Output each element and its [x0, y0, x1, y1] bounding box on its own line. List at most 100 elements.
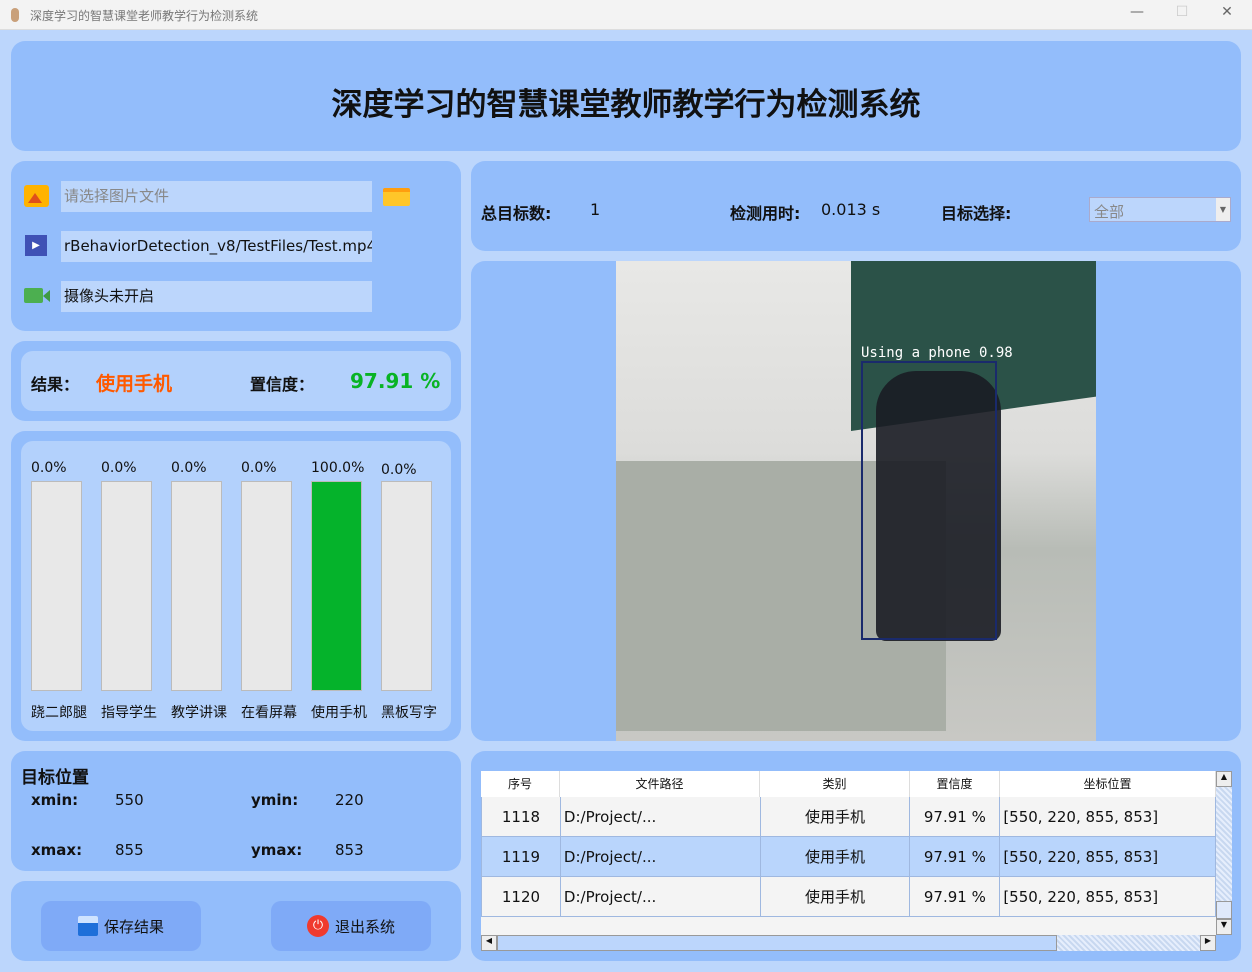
- bar-percent: 0.0%: [241, 460, 277, 476]
- table-header: 序号 文件路径 类别 置信度 坐标位置: [481, 771, 1216, 797]
- stats-panel: 总目标数: 1 检测用时: 0.013 s 目标选择: 全部 ▼: [471, 161, 1241, 251]
- target-position-panel: 目标位置 xmin: 550 ymin: 220 xmax: 855 ymax:…: [11, 751, 461, 871]
- actions-panel: 保存结果 ⏻ 退出系统: [11, 881, 461, 961]
- detect-time-label: 检测用时:: [730, 204, 801, 223]
- result-panel: 结果： 使用手机 置信度： 97.91 %: [11, 341, 461, 421]
- bar-fill: [312, 482, 361, 690]
- horizontal-scrollbar[interactable]: ◀ ▶: [481, 935, 1216, 951]
- image-icon[interactable]: [24, 185, 49, 207]
- ymin-value: 220: [335, 791, 364, 809]
- table-cell: 97.91 %: [909, 796, 1001, 837]
- camera-icon[interactable]: [24, 288, 43, 303]
- bar-percent: 0.0%: [171, 460, 207, 476]
- table-row[interactable]: 1119 D:/Project/... 使用手机 97.91 % [550, 220, …: [481, 836, 1216, 877]
- detection-image: Using a phone 0.98: [616, 261, 1096, 741]
- ymax-label: ymax:: [251, 841, 303, 859]
- table-cell: [550, 220, 855, 853]: [999, 876, 1216, 917]
- result-inner: 结果： 使用手机 置信度： 97.91 %: [21, 351, 451, 411]
- vertical-scroll-thumb[interactable]: [1216, 901, 1232, 919]
- bounding-box-label: Using a phone 0.98: [861, 345, 1013, 361]
- table-cell: 使用手机: [759, 796, 911, 837]
- save-label: 保存结果: [103, 917, 164, 936]
- scroll-down-button[interactable]: ▼: [1216, 919, 1232, 935]
- confidence-label: 置信度：: [250, 375, 315, 394]
- close-button[interactable]: ✕: [1212, 4, 1242, 20]
- class-bars: 0.0% 跷二郎腿 0.0% 指导学生 0.0% 教学讲课 0.0% 在看屏幕 100.0% 使用…: [21, 441, 451, 731]
- app-icon: [11, 8, 19, 22]
- maximize-button[interactable]: ☐: [1167, 4, 1197, 20]
- bar-label: 跷二郎腿: [31, 705, 87, 721]
- total-targets-value: 1: [590, 200, 601, 219]
- table-cell: 1119: [481, 836, 561, 877]
- horizontal-scroll-thumb[interactable]: [497, 935, 1057, 951]
- camera-icon-lens: [43, 290, 50, 302]
- minimize-button[interactable]: —: [1122, 4, 1152, 20]
- image-file-input[interactable]: 请选择图片文件: [61, 181, 372, 212]
- chevron-down-icon[interactable]: ▼: [1216, 198, 1230, 221]
- save-button[interactable]: 保存结果: [41, 901, 201, 951]
- target-select-label: 目标选择:: [941, 204, 1012, 223]
- column-header[interactable]: 坐标位置: [1000, 771, 1216, 797]
- bar-label: 黑板写字: [381, 705, 437, 721]
- column-header[interactable]: 序号: [481, 771, 560, 797]
- target-select-dropdown[interactable]: 全部 ▼: [1089, 197, 1231, 222]
- column-header[interactable]: 类别: [760, 771, 910, 797]
- scroll-up-button[interactable]: ▲: [1216, 771, 1232, 787]
- vertical-scrollbar[interactable]: ▲ ▼: [1216, 771, 1232, 935]
- table-row[interactable]: 1118 D:/Project/... 使用手机 97.91 % [550, 220, …: [481, 796, 1216, 837]
- exit-label: 退出系统: [334, 917, 395, 936]
- scroll-right-button[interactable]: ▶: [1200, 935, 1216, 951]
- table-cell: 使用手机: [759, 836, 911, 877]
- video-file-input[interactable]: rBehaviorDetection_v8/TestFiles/Test.mp4: [61, 231, 372, 262]
- xmax-value: 855: [115, 841, 144, 859]
- bounding-box: [861, 361, 997, 640]
- exit-button[interactable]: ⏻ 退出系统: [271, 901, 431, 951]
- table-cell: 1120: [481, 876, 561, 917]
- table-cell: D:/Project/...: [559, 836, 761, 877]
- video-icon[interactable]: ▶: [25, 235, 47, 256]
- power-icon: ⏻: [306, 915, 329, 937]
- table-cell: 1118: [481, 796, 561, 837]
- bar-label: 在看屏幕: [241, 705, 297, 721]
- progress-bar-3: [241, 481, 292, 691]
- results-table: 1117D:/Project/...使用手机97.91 %[550, 220, …: [481, 771, 1216, 935]
- table-cell: [550, 220, 855, 853]: [999, 796, 1216, 837]
- table-cell: [550, 220, 855, 853]: [999, 836, 1216, 877]
- bar-label: 指导学生: [101, 705, 157, 721]
- folder-icon[interactable]: [383, 188, 410, 206]
- total-targets-label: 总目标数:: [481, 204, 552, 223]
- bar-percent: 100.0%: [311, 460, 365, 476]
- table-cell: 97.91 %: [909, 876, 1001, 917]
- table-cell: 97.91 %: [909, 836, 1001, 877]
- table-cell: D:/Project/...: [559, 876, 761, 917]
- progress-bar-2: [171, 481, 222, 691]
- xmin-label: xmin:: [31, 791, 79, 809]
- progress-bar-0: [31, 481, 82, 691]
- table-cell: 使用手机: [759, 876, 911, 917]
- table-row[interactable]: 1120 D:/Project/... 使用手机 97.91 % [550, 220, …: [481, 876, 1216, 917]
- target-select-value: 全部: [1094, 203, 1125, 221]
- ymax-value: 853: [335, 841, 364, 859]
- camera-status-field[interactable]: 摄像头未开启: [61, 281, 372, 312]
- confidence-value: 97.91 %: [350, 369, 441, 393]
- xmin-value: 550: [115, 791, 144, 809]
- ymin-label: ymin:: [251, 791, 299, 809]
- bar-label: 教学讲课: [171, 705, 227, 721]
- window-title: 深度学习的智慧课堂老师教学行为检测系统: [30, 9, 259, 23]
- result-value: 使用手机: [96, 373, 173, 395]
- input-panel: 请选择图片文件 ▶ rBehaviorDetection_v8/TestFile…: [11, 161, 461, 331]
- progress-bar-4: [311, 481, 362, 691]
- page-title: 深度学习的智慧课堂教师教学行为检测系统: [331, 87, 921, 123]
- detect-time-value: 0.013 s: [821, 200, 881, 219]
- scroll-left-button[interactable]: ◀: [481, 935, 497, 951]
- column-header[interactable]: 置信度: [910, 771, 1000, 797]
- column-header[interactable]: 文件路径: [560, 771, 760, 797]
- bar-percent: 0.0%: [31, 460, 67, 476]
- result-label: 结果：: [31, 375, 80, 394]
- progress-bar-5: [381, 481, 432, 691]
- bar-label: 使用手机: [311, 705, 367, 721]
- bar-percent: 0.0%: [381, 462, 417, 478]
- progress-bar-1: [101, 481, 152, 691]
- xmax-label: xmax:: [31, 841, 83, 859]
- title-bar: 深度学习的智慧课堂老师教学行为检测系统 — ☐ ✕: [0, 0, 1252, 30]
